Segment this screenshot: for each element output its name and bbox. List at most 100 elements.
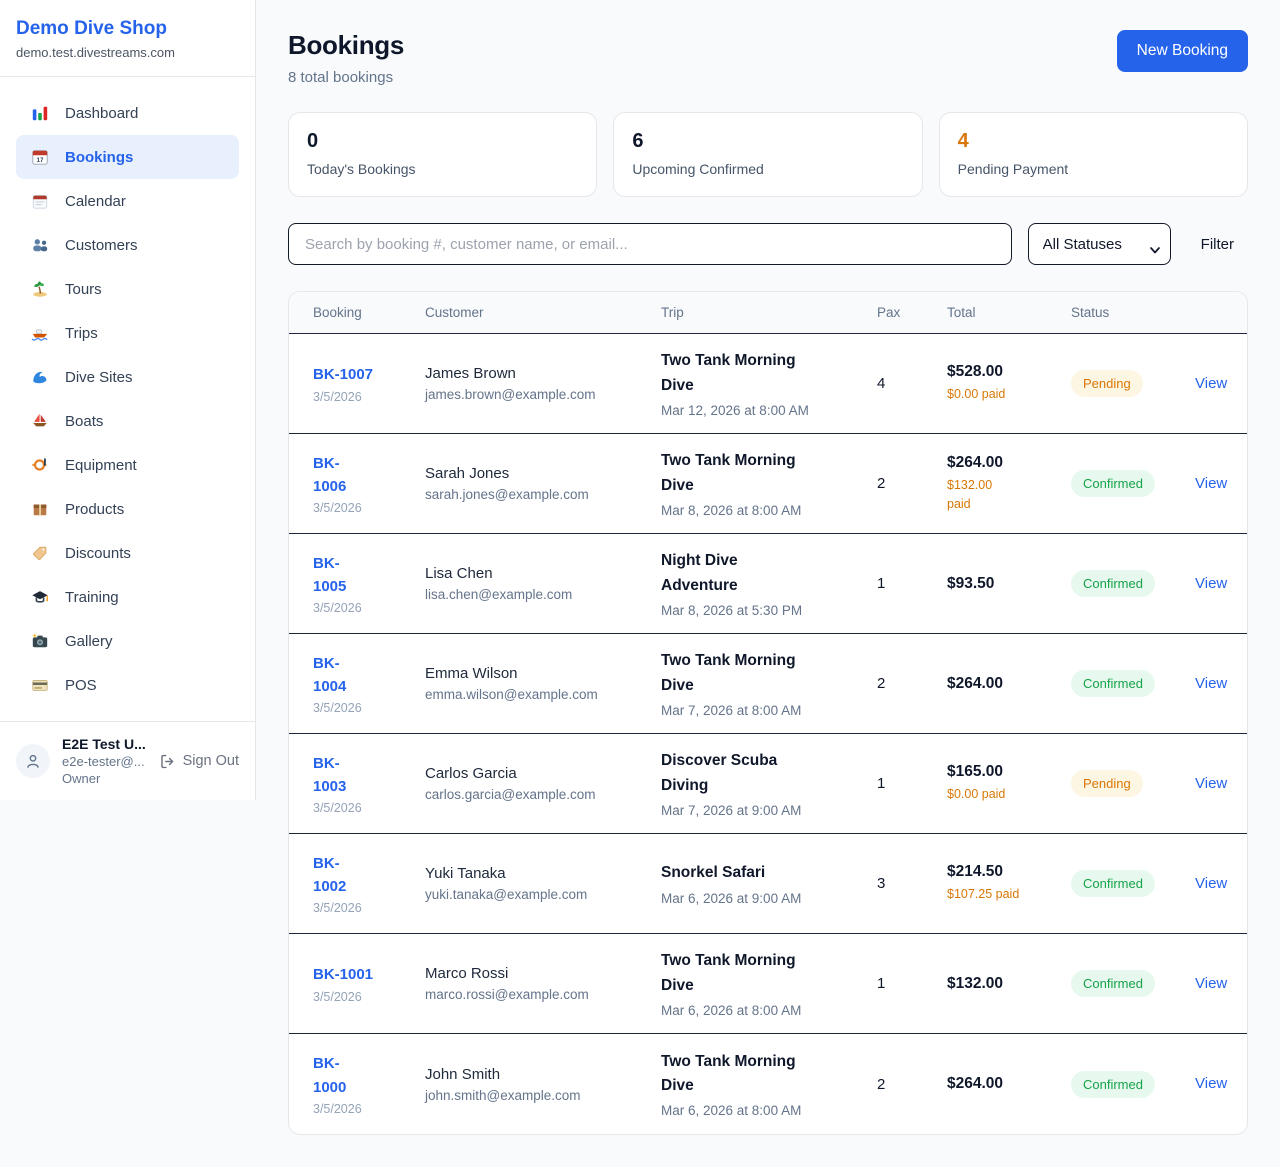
table-body: BK-1007 3/5/2026 James Brown james.brown…: [289, 334, 1247, 1134]
pax-value: 2: [877, 675, 947, 692]
paid-amount: $0.00 paid: [947, 385, 1037, 403]
user-role: Owner: [62, 771, 147, 786]
tours-icon: [30, 279, 50, 299]
sidebar-item-dashboard[interactable]: Dashboard: [16, 91, 239, 135]
sidebar-item-trips[interactable]: Trips: [16, 311, 239, 355]
view-link[interactable]: View: [1195, 1075, 1227, 1092]
logout-icon: [159, 753, 176, 770]
stat-card: 0Today's Bookings: [288, 112, 597, 197]
customer-name: Sarah Jones: [425, 465, 661, 482]
total-amount: $264.00: [947, 1075, 1071, 1093]
booking-id-link[interactable]: BK-1003: [313, 755, 346, 795]
actions-cell: View: [1195, 575, 1227, 593]
status-badge: Confirmed: [1071, 970, 1155, 997]
booking-date: 3/5/2026: [313, 990, 425, 1004]
view-link[interactable]: View: [1195, 475, 1227, 492]
booking-date: 3/5/2026: [313, 801, 425, 815]
table-row: BK-1007 3/5/2026 James Brown james.brown…: [289, 334, 1247, 434]
trip-cell: Two Tank Morning Dive Mar 8, 2026 at 8:0…: [661, 449, 877, 517]
sidebar-nav: Dashboard 17 Bookings Calendar Customers Tour…: [0, 77, 255, 721]
customer-cell: Carlos Garcia carlos.garcia@example.com: [425, 765, 661, 802]
bookings-icon: 17: [30, 147, 50, 167]
sidebar-item-discounts[interactable]: Discounts: [16, 531, 239, 575]
paid-amount: $0.00 paid: [947, 785, 1037, 803]
view-link[interactable]: View: [1195, 975, 1227, 992]
view-link[interactable]: View: [1195, 775, 1227, 792]
booking-date: 3/5/2026: [313, 390, 425, 404]
user-box: E2E Test U... e2e-tester@... Owner Sign …: [0, 721, 255, 800]
booking-id-link[interactable]: BK-1004: [313, 655, 346, 695]
booking-id-link[interactable]: BK-1006: [313, 455, 346, 495]
booking-id-link[interactable]: BK-1007: [313, 366, 373, 383]
search-input[interactable]: [288, 223, 1012, 265]
status-filter-select[interactable]: All Statuses: [1028, 223, 1171, 265]
total-amount: $264.00: [947, 454, 1071, 472]
new-booking-button[interactable]: New Booking: [1117, 30, 1248, 72]
status-cell: Pending: [1071, 770, 1195, 797]
trip-datetime: Mar 12, 2026 at 8:00 AM: [661, 403, 877, 418]
page-title-block: Bookings 8 total bookings: [288, 30, 404, 86]
trip-datetime: Mar 8, 2026 at 5:30 PM: [661, 603, 877, 618]
sidebar-item-dive-sites[interactable]: Dive Sites: [16, 355, 239, 399]
total-amount: $528.00: [947, 363, 1071, 381]
status-cell: Confirmed: [1071, 1071, 1195, 1098]
brand-name: Demo Dive Shop: [16, 18, 239, 40]
trip-datetime: Mar 6, 2026 at 9:00 AM: [661, 891, 877, 906]
table-row: BK-1001 3/5/2026 Marco Rossi marco.rossi…: [289, 934, 1247, 1034]
actions-cell: View: [1195, 1075, 1227, 1093]
sidebar-item-training[interactable]: Training: [16, 575, 239, 619]
booking-id-link[interactable]: BK-1005: [313, 555, 346, 595]
sidebar-item-label: Tours: [65, 281, 102, 298]
customer-email: sarah.jones@example.com: [425, 487, 661, 502]
sidebar-item-label: Equipment: [65, 457, 137, 474]
sidebar-item-label: Gallery: [65, 633, 113, 650]
trip-name: Snorkel Safari: [661, 861, 811, 885]
sidebar-item-products[interactable]: Products: [16, 487, 239, 531]
sidebar: Demo Dive Shop demo.test.divestreams.com…: [0, 0, 256, 800]
stat-value: 0: [307, 130, 578, 153]
customer-name: James Brown: [425, 365, 661, 382]
trip-datetime: Mar 8, 2026 at 8:00 AM: [661, 503, 877, 518]
booking-id-link[interactable]: BK-1002: [313, 855, 346, 895]
sidebar-item-gallery[interactable]: Gallery: [16, 619, 239, 663]
sidebar-item-label: Customers: [65, 237, 138, 254]
view-link[interactable]: View: [1195, 575, 1227, 592]
sign-out-label: Sign Out: [183, 753, 239, 769]
training-icon: [30, 587, 50, 607]
view-link[interactable]: View: [1195, 375, 1227, 392]
discounts-icon: [30, 543, 50, 563]
booking-cell: BK-1005 3/5/2026: [313, 552, 425, 616]
booking-id-link[interactable]: BK-1001: [313, 966, 373, 983]
booking-id-link[interactable]: BK-1000: [313, 1055, 346, 1095]
sidebar-item-equipment[interactable]: Equipment: [16, 443, 239, 487]
sidebar-item-label: Bookings: [65, 149, 133, 166]
sign-out-button[interactable]: Sign Out: [159, 753, 239, 770]
sidebar-item-calendar[interactable]: Calendar: [16, 179, 239, 223]
sidebar-item-tours[interactable]: Tours: [16, 267, 239, 311]
column-header-total: Total: [947, 305, 1071, 320]
total-cell: $528.00 $0.00 paid: [947, 363, 1071, 403]
total-amount: $132.00: [947, 975, 1071, 993]
sidebar-item-label: Trips: [65, 325, 98, 342]
sidebar-item-customers[interactable]: Customers: [16, 223, 239, 267]
total-amount: $93.50: [947, 575, 1071, 593]
customer-cell: Marco Rossi marco.rossi@example.com: [425, 965, 661, 1002]
sidebar-item-bookings[interactable]: 17 Bookings: [16, 135, 239, 179]
customer-email: yuki.tanaka@example.com: [425, 887, 661, 902]
status-badge: Confirmed: [1071, 670, 1155, 697]
table-row: BK-1000 3/5/2026 John Smith john.smith@e…: [289, 1034, 1247, 1134]
pos-icon: [30, 675, 50, 695]
filter-button[interactable]: Filter: [1187, 236, 1248, 253]
status-cell: Confirmed: [1071, 970, 1195, 997]
view-link[interactable]: View: [1195, 875, 1227, 892]
sidebar-item-label: Dashboard: [65, 105, 138, 122]
column-header-pax: Pax: [877, 305, 947, 320]
total-cell: $165.00 $0.00 paid: [947, 763, 1071, 803]
status-badge: Pending: [1071, 370, 1143, 397]
booking-cell: BK-1007 3/5/2026: [313, 363, 425, 403]
sidebar-item-pos[interactable]: POS: [16, 663, 239, 707]
customer-name: Carlos Garcia: [425, 765, 661, 782]
status-badge: Confirmed: [1071, 1071, 1155, 1098]
view-link[interactable]: View: [1195, 675, 1227, 692]
sidebar-item-boats[interactable]: Boats: [16, 399, 239, 443]
